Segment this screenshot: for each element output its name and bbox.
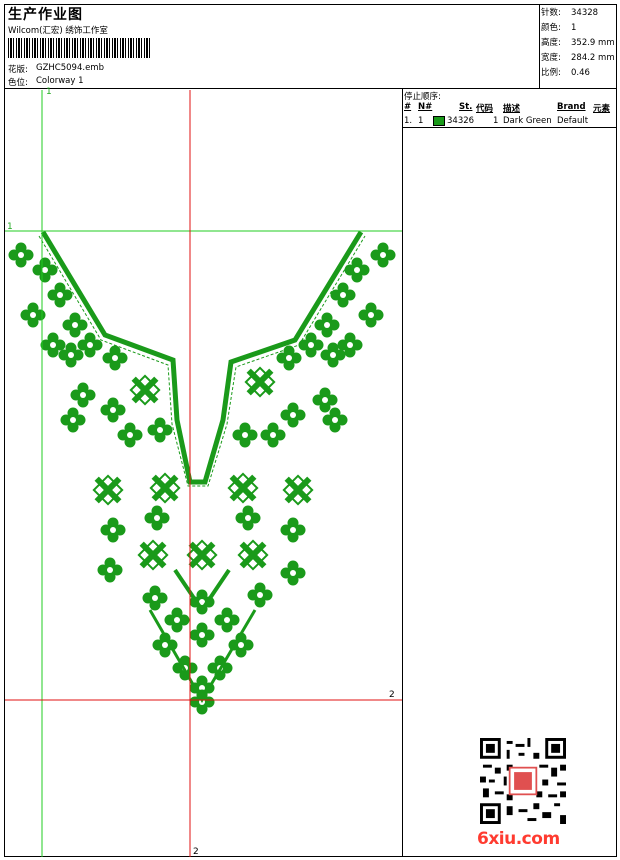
company-name: Wilcom(汇宏) 绣饰工作室 <box>8 26 108 36</box>
design-label: 花版: <box>8 65 28 75</box>
col-desc: 描述 <box>503 104 521 114</box>
green-v-label: 1 <box>46 87 52 97</box>
header-divider <box>4 88 617 89</box>
barcode <box>8 38 151 58</box>
col-element: 元素 <box>593 104 611 114</box>
row-code: 1 <box>493 116 499 126</box>
sidebar-divider <box>402 88 403 857</box>
color-label: 色位: <box>8 78 28 88</box>
colorway: Colorway 1 <box>36 76 84 86</box>
row-needle: 1 <box>418 116 424 126</box>
embroidery-design <box>5 90 402 857</box>
row-desc: Dark Green <box>503 116 552 126</box>
col-num: # <box>404 102 412 112</box>
page-title: 生产作业图 <box>8 7 83 23</box>
col-brand: Brand <box>557 102 586 112</box>
col-st: St. <box>459 102 473 112</box>
row-num: 1. <box>404 116 413 126</box>
stop-sequence-title: 停止顺序: <box>404 92 441 102</box>
watermark-logo: 6xiu.com <box>477 829 560 849</box>
design-file: GZHC5094.emb <box>36 63 104 73</box>
stat-height: 高度: 352.9 mm <box>541 38 615 48</box>
row-stitches: 34326 <box>447 116 475 126</box>
embroidery-motif <box>8 230 396 715</box>
stat-colors: 颜色: 1 <box>541 23 577 33</box>
row-brand: Default <box>557 116 589 126</box>
stat-scale: 比例: 0.46 <box>541 68 590 78</box>
stats-panel: 针数: 34328 颜色: 1 高度: 352.9 mm 宽度: 284.2 mm 比例… <box>541 6 615 81</box>
red-h-label: 2 <box>389 690 395 700</box>
col-needle: N# <box>418 102 433 112</box>
color-swatch <box>433 116 445 129</box>
stat-stitches: 针数: 34328 <box>541 8 599 18</box>
stat-width: 宽度: 284.2 mm <box>541 53 615 63</box>
green-h-label: 1 <box>7 222 13 232</box>
qr-code <box>480 738 566 824</box>
stats-divider <box>539 4 540 88</box>
red-v-label: 2 <box>193 847 199 857</box>
col-code: 代码 <box>476 104 494 114</box>
